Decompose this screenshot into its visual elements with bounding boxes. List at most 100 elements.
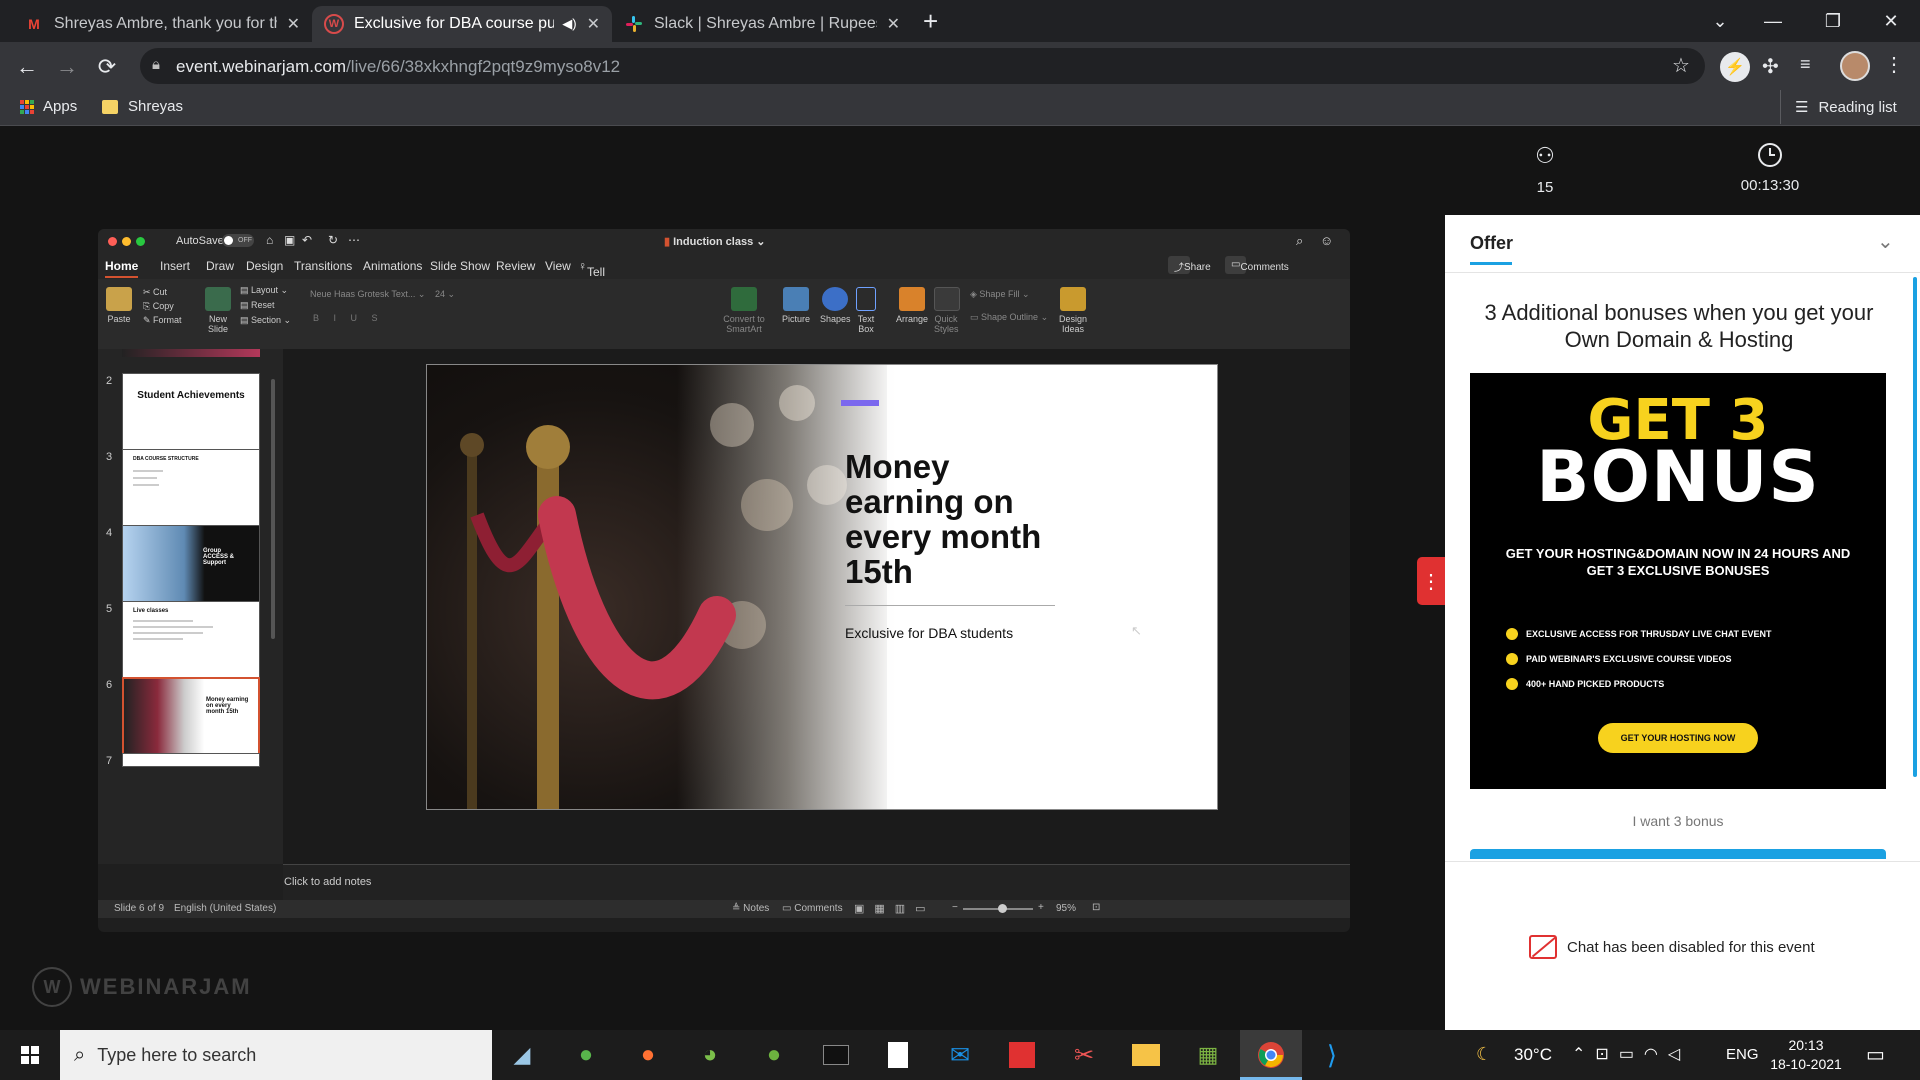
chevron-down-icon[interactable]: ⌄	[1877, 229, 1894, 254]
font-format-buttons[interactable]: B I U S	[313, 313, 384, 323]
file-explorer-icon[interactable]	[1128, 1038, 1164, 1072]
ppt-tab-transitions[interactable]: Transitions	[294, 259, 352, 273]
close-icon[interactable]: ✕	[887, 14, 900, 34]
ppt-tab-view[interactable]: View	[545, 259, 571, 273]
reload-button[interactable]: ⟳	[92, 52, 122, 82]
reset-button[interactable]: ▤ Reset	[240, 300, 275, 310]
tab-search-chevron-icon[interactable]: ⌄	[1705, 8, 1735, 34]
shape-fill-button[interactable]: ◈ Shape Fill ⌄	[970, 289, 1030, 299]
offer-action-button[interactable]	[1470, 849, 1886, 859]
weather-temp[interactable]: 30°C	[1514, 1045, 1552, 1065]
arrange-button[interactable]: Arrange	[896, 287, 928, 324]
reading-list-button[interactable]: ☰ Reading list	[1795, 98, 1897, 117]
zoom-out-button[interactable]: −	[952, 902, 958, 913]
smiley-icon[interactable]: ☺	[1320, 233, 1333, 248]
close-icon[interactable]: ✕	[287, 14, 300, 34]
anydesk-app-icon[interactable]	[1004, 1038, 1040, 1072]
mac-close-icon[interactable]	[108, 237, 117, 246]
cut-button[interactable]: ✂ Cut	[143, 287, 167, 297]
terminal-app-icon[interactable]	[818, 1038, 854, 1072]
lock-icon[interactable]: 🔒︎	[152, 56, 160, 73]
notes-app-icon[interactable]: ◢	[504, 1038, 540, 1072]
undo-icon[interactable]: ↶	[302, 233, 312, 247]
quick-styles-button[interactable]: Quick Styles	[934, 287, 960, 334]
search-icon[interactable]: ⌕	[1296, 233, 1303, 249]
spring-app-icon[interactable]: ●	[756, 1038, 792, 1072]
slide-thumbnail-4[interactable]: Group ACCESS & Support	[122, 525, 260, 603]
thumb-scrollbar[interactable]	[271, 379, 275, 639]
taskbar-search-box[interactable]: ⌕ Type here to search	[60, 1030, 492, 1080]
slide-thumbnail-6-selected[interactable]: Money earning on every month 15th	[122, 677, 260, 755]
shape-outline-button[interactable]: ▭ Shape Outline ⌄	[970, 312, 1048, 322]
weather-icon[interactable]: ☾	[1476, 1044, 1492, 1065]
ppt-tab-design[interactable]: Design	[246, 259, 283, 273]
ppt-tab-insert[interactable]: Insert	[160, 259, 190, 273]
springboot-app-icon[interactable]: ●	[568, 1038, 604, 1072]
windows-start-icon[interactable]	[12, 1038, 48, 1072]
font-family-select[interactable]: Neue Haas Grotesk Text... ⌄	[310, 289, 430, 299]
forward-button[interactable]: →	[52, 52, 82, 82]
mail-app-icon[interactable]: ✉	[942, 1038, 978, 1072]
ppt-tab-review[interactable]: Review	[496, 259, 535, 273]
slide-thumbnail-2[interactable]: Student Achievements	[122, 373, 260, 451]
notes-pane[interactable]: Click to add notes	[283, 864, 1350, 900]
ppt-tab-home[interactable]: Home	[105, 259, 139, 278]
copy-button[interactable]: ⎘ Copy	[143, 301, 174, 311]
picture-button[interactable]: Picture	[782, 287, 810, 324]
bookmark-apps[interactable]: Apps	[20, 98, 77, 115]
language-status[interactable]: English (United States)	[174, 903, 276, 914]
new-tab-button[interactable]: +	[923, 6, 938, 37]
extension-icon[interactable]: ⚡	[1720, 52, 1750, 82]
panel-scrollbar[interactable]	[1913, 277, 1917, 777]
ppt-tab-animations[interactable]: Animations	[363, 259, 422, 273]
input-language[interactable]: ENG	[1726, 1046, 1759, 1063]
section-button[interactable]: ▤ Section ⌄	[240, 315, 291, 325]
bonus-offer-image[interactable]: GET 3 BONUS GET YOUR HOSTING&DOMAIN NOW …	[1470, 373, 1886, 789]
ppt-comments-button[interactable]: ▭ Comments	[1225, 256, 1289, 274]
shapes-button[interactable]: Shapes	[820, 287, 851, 324]
format-painter-button[interactable]: ✎ Format	[143, 315, 182, 325]
view-buttons[interactable]: ▣▦▥▭	[854, 902, 936, 915]
restore-button[interactable]: ❐	[1818, 8, 1848, 34]
offer-header[interactable]: Offer ⌄	[1445, 215, 1920, 273]
current-slide[interactable]: Money earning on every month 15th Exclus…	[426, 364, 1218, 810]
tab-slack[interactable]: Slack | Shreyas Ambre | Rupeese ✕	[612, 6, 912, 42]
menu-icon[interactable]: ⋮	[1884, 52, 1904, 77]
tab-gmail[interactable]: M Shreyas Ambre, thank you for the ✕	[12, 6, 312, 42]
more-icon[interactable]: ⋯	[348, 233, 360, 247]
system-tray-icons[interactable]: ⌃⊡▭◠◁	[1572, 1044, 1690, 1064]
convert-smartart-button[interactable]: Convert to SmartArt	[718, 287, 770, 334]
notes-toggle[interactable]: ≜ Notes	[732, 903, 769, 914]
file-app-icon[interactable]	[880, 1038, 916, 1072]
font-size-select[interactable]: 24 ⌄	[435, 289, 465, 299]
design-ideas-button[interactable]: Design Ideas	[1058, 287, 1088, 334]
avatar[interactable]	[1840, 51, 1870, 81]
slide-thumbnail-3[interactable]: DBA COURSE STRUCTURE	[122, 449, 260, 527]
mac-zoom-icon[interactable]	[136, 237, 145, 246]
minimize-button[interactable]: —	[1758, 8, 1788, 34]
fit-slide-icon[interactable]: ⊡	[1092, 902, 1100, 913]
slide-thumbnail-5[interactable]: Live classes	[122, 601, 260, 679]
address-bar[interactable]: 🔒︎ event.webinarjam.com/live/66/38xkxhng…	[140, 48, 1705, 84]
more-options-handle[interactable]: ⋮	[1417, 557, 1445, 605]
mac-minimize-icon[interactable]	[122, 237, 131, 246]
close-icon[interactable]: ✕	[587, 14, 600, 34]
chart-app-icon[interactable]: ▦	[1190, 1038, 1226, 1072]
home-icon[interactable]: ⌂	[266, 233, 273, 247]
close-window-button[interactable]: ✕	[1876, 8, 1906, 34]
ppt-share-button[interactable]: ⤴ Share	[1168, 256, 1211, 274]
back-button[interactable]: ←	[12, 52, 42, 82]
save-icon[interactable]: ▣	[284, 233, 295, 247]
get-hosting-cta-button[interactable]: GET YOUR HOSTING NOW	[1598, 723, 1758, 753]
attendees-counter[interactable]: ⚇ 15	[1515, 143, 1575, 196]
chrome-taskbar-active[interactable]	[1240, 1030, 1302, 1080]
postman-app-icon[interactable]: ●	[630, 1038, 666, 1072]
system-clock[interactable]: 20:13 18-10-2021	[1770, 1036, 1842, 1074]
ppt-tell-me[interactable]: ♀ Tell me	[578, 259, 605, 293]
speaker-icon[interactable]: ◀)	[562, 16, 576, 32]
star-icon[interactable]: ☆	[1672, 53, 1690, 78]
notification-center-icon[interactable]: ▭	[1866, 1042, 1885, 1067]
media-control-icon[interactable]: ≡	[1800, 54, 1811, 75]
paste-button[interactable]: Paste	[106, 287, 132, 324]
zoom-level[interactable]: 95%	[1056, 903, 1076, 914]
